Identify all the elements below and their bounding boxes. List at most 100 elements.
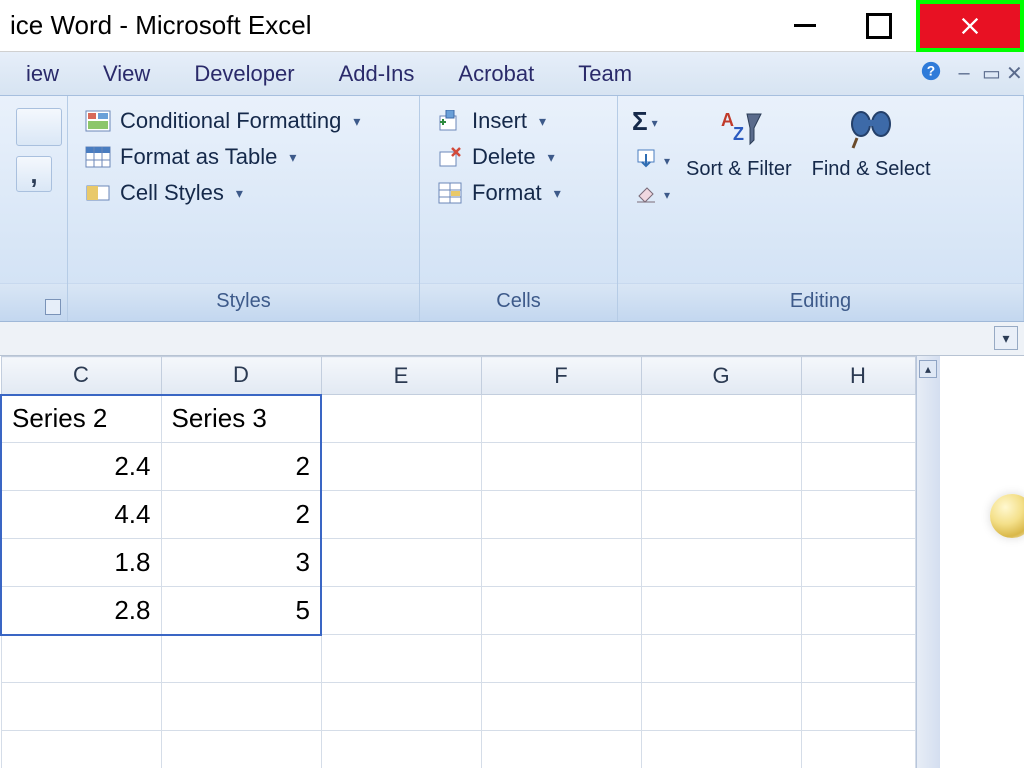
cell-e3[interactable] bbox=[321, 491, 481, 539]
scroll-up-button[interactable]: ▴ bbox=[919, 360, 937, 378]
insert-cells-button[interactable]: Insert bbox=[432, 106, 565, 136]
clear-button[interactable] bbox=[632, 181, 670, 205]
cell-h7[interactable] bbox=[801, 683, 915, 731]
ribbon-group-styles: Conditional Formatting Format as Table C… bbox=[68, 96, 420, 321]
cell-g3[interactable] bbox=[641, 491, 801, 539]
cell-d4[interactable]: 3 bbox=[161, 539, 321, 587]
cell-styles-label: Cell Styles bbox=[120, 180, 224, 206]
table-row bbox=[1, 683, 915, 731]
cell-d2[interactable]: 2 bbox=[161, 443, 321, 491]
find-select-label: Find & Select bbox=[812, 158, 931, 181]
cell-f1[interactable] bbox=[481, 395, 641, 443]
tab-developer[interactable]: Developer bbox=[172, 55, 316, 93]
tab-addins[interactable]: Add-Ins bbox=[317, 55, 437, 93]
cell-f6[interactable] bbox=[481, 635, 641, 683]
cell-c4[interactable]: 1.8 bbox=[1, 539, 161, 587]
comma-style-button[interactable]: , bbox=[16, 156, 52, 192]
find-select-icon bbox=[847, 106, 895, 154]
tab-iew[interactable]: iew bbox=[4, 55, 81, 93]
mdi-restore-button[interactable]: ▭ bbox=[976, 61, 1000, 86]
format-cells-button[interactable]: Format bbox=[432, 178, 565, 208]
cell-e2[interactable] bbox=[321, 443, 481, 491]
col-header-g[interactable]: G bbox=[641, 357, 801, 395]
conditional-formatting-button[interactable]: Conditional Formatting bbox=[80, 106, 364, 136]
svg-text:?: ? bbox=[927, 63, 935, 78]
vertical-scrollbar[interactable]: ▴ bbox=[916, 356, 940, 768]
tab-view[interactable]: View bbox=[81, 55, 172, 93]
cell-d6[interactable] bbox=[161, 635, 321, 683]
formula-bar-expand-button[interactable]: ▾ bbox=[994, 326, 1018, 350]
cell-c6[interactable] bbox=[1, 635, 161, 683]
format-as-table-button[interactable]: Format as Table bbox=[80, 142, 364, 172]
cell-c1[interactable]: Series 2 bbox=[1, 395, 161, 443]
cell-g7[interactable] bbox=[641, 683, 801, 731]
cell-g1[interactable] bbox=[641, 395, 801, 443]
col-header-d[interactable]: D bbox=[161, 357, 321, 395]
col-header-h[interactable]: H bbox=[801, 357, 915, 395]
group-label-styles: Styles bbox=[68, 283, 419, 321]
number-dialog-launcher[interactable] bbox=[45, 299, 61, 315]
cell-f2[interactable] bbox=[481, 443, 641, 491]
cell-g2[interactable] bbox=[641, 443, 801, 491]
cell-styles-button[interactable]: Cell Styles bbox=[80, 178, 364, 208]
cell-f8[interactable] bbox=[481, 731, 641, 768]
cell-h2[interactable] bbox=[801, 443, 915, 491]
table-row: 1.8 3 bbox=[1, 539, 915, 587]
cell-g4[interactable] bbox=[641, 539, 801, 587]
col-header-c[interactable]: C bbox=[1, 357, 161, 395]
mdi-close-button[interactable]: ✕ bbox=[1000, 61, 1024, 86]
cell-h5[interactable] bbox=[801, 587, 915, 635]
window-minimize-button[interactable] bbox=[768, 0, 842, 52]
cell-f5[interactable] bbox=[481, 587, 641, 635]
cell-h8[interactable] bbox=[801, 731, 915, 768]
cell-e1[interactable] bbox=[321, 395, 481, 443]
cell-h6[interactable] bbox=[801, 635, 915, 683]
cell-g6[interactable] bbox=[641, 635, 801, 683]
worksheet-area: C D E F G H Series 2 Series 3 2.4 2 4.4 … bbox=[0, 356, 1024, 768]
ribbon-tabbar: iew View Developer Add-Ins Acrobat Team … bbox=[0, 52, 1024, 96]
cell-c5[interactable]: 2.8 bbox=[1, 587, 161, 635]
help-button[interactable]: ? bbox=[910, 60, 952, 88]
col-header-e[interactable]: E bbox=[321, 357, 481, 395]
cell-c3[interactable]: 4.4 bbox=[1, 491, 161, 539]
autosum-button[interactable]: Σ bbox=[632, 106, 670, 137]
cell-h1[interactable] bbox=[801, 395, 915, 443]
sort-filter-button[interactable]: AZ Sort & Filter bbox=[676, 102, 802, 283]
cell-c2[interactable]: 2.4 bbox=[1, 443, 161, 491]
cell-e5[interactable] bbox=[321, 587, 481, 635]
cell-d7[interactable] bbox=[161, 683, 321, 731]
cell-g8[interactable] bbox=[641, 731, 801, 768]
tab-team[interactable]: Team bbox=[556, 55, 654, 93]
mdi-minimize-button[interactable]: – bbox=[952, 62, 976, 85]
cell-c7[interactable] bbox=[1, 683, 161, 731]
fill-button[interactable] bbox=[632, 147, 670, 171]
window-titlebar: ice Word - Microsoft Excel bbox=[0, 0, 1024, 52]
tab-acrobat[interactable]: Acrobat bbox=[436, 55, 556, 93]
window-close-button[interactable] bbox=[920, 4, 1020, 48]
table-row bbox=[1, 731, 915, 768]
cell-e6[interactable] bbox=[321, 635, 481, 683]
cell-h4[interactable] bbox=[801, 539, 915, 587]
number-format-dropdown[interactable] bbox=[16, 108, 62, 146]
find-select-button[interactable]: Find & Select bbox=[802, 102, 941, 283]
cell-c8[interactable] bbox=[1, 731, 161, 768]
cell-d1[interactable]: Series 3 bbox=[161, 395, 321, 443]
cell-e8[interactable] bbox=[321, 731, 481, 768]
cell-d5[interactable]: 5 bbox=[161, 587, 321, 635]
cell-e4[interactable] bbox=[321, 539, 481, 587]
col-header-f[interactable]: F bbox=[481, 357, 641, 395]
formula-bar[interactable]: ▾ bbox=[0, 322, 1024, 356]
cell-d3[interactable]: 2 bbox=[161, 491, 321, 539]
window-maximize-button[interactable] bbox=[842, 0, 916, 52]
cell-f7[interactable] bbox=[481, 683, 641, 731]
cell-d8[interactable] bbox=[161, 731, 321, 768]
cell-h3[interactable] bbox=[801, 491, 915, 539]
eraser-icon bbox=[632, 181, 660, 205]
delete-cells-button[interactable]: Delete bbox=[432, 142, 565, 172]
close-highlight bbox=[916, 0, 1024, 52]
cell-e7[interactable] bbox=[321, 683, 481, 731]
worksheet-grid[interactable]: C D E F G H Series 2 Series 3 2.4 2 4.4 … bbox=[0, 356, 916, 768]
cell-f4[interactable] bbox=[481, 539, 641, 587]
cell-g5[interactable] bbox=[641, 587, 801, 635]
cell-f3[interactable] bbox=[481, 491, 641, 539]
